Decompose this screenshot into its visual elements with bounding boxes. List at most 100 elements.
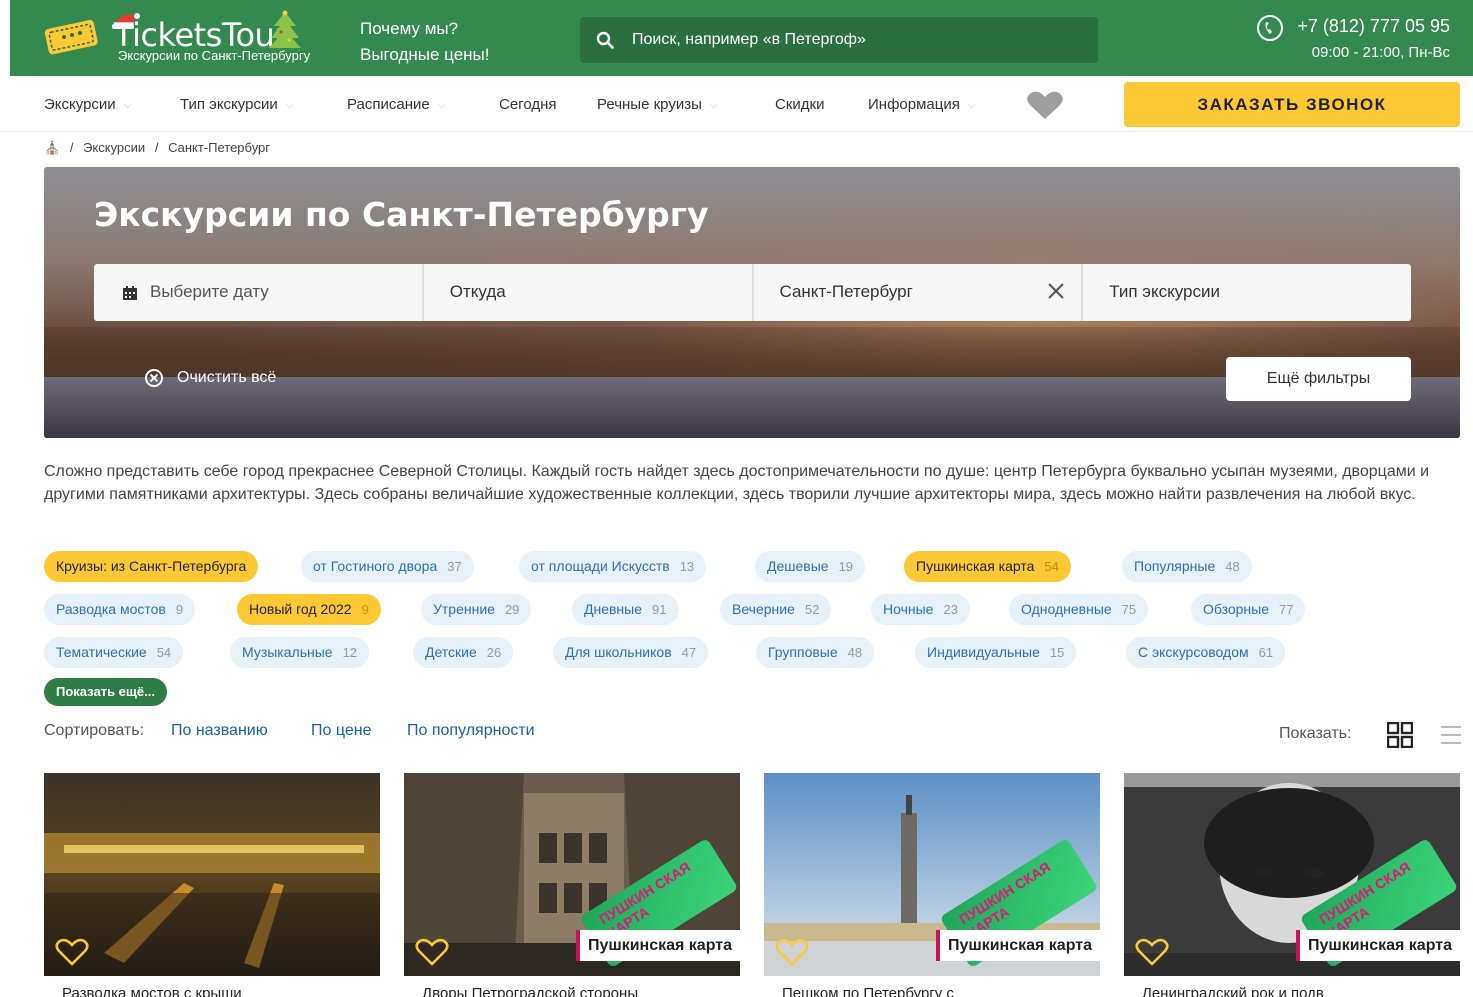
tag-gostiny-dvor[interactable]: от Гостиного двора 37 <box>301 551 474 582</box>
city-select[interactable]: Санкт-Петербург <box>753 264 1084 321</box>
clear-all-button[interactable]: Очистить всё <box>177 369 276 387</box>
tag-count: 29 <box>504 602 520 617</box>
nav-label: Расписание <box>347 96 430 113</box>
nav-label: Информация <box>868 96 960 113</box>
type-select[interactable]: Тип экскурсии <box>1083 264 1411 321</box>
tag-count: 37 <box>447 559 462 574</box>
tag-school[interactable]: Для школьников 47 <box>553 637 709 668</box>
city-description: Сложно представить себе город прекраснее… <box>44 463 1430 503</box>
tag-popular[interactable]: Популярные 48 <box>1122 551 1252 582</box>
tag-count: 52 <box>804 602 820 617</box>
tag-count: 9 <box>175 602 184 617</box>
tag-new-year[interactable]: Новый год 2022 9 <box>237 594 381 625</box>
search-icon <box>596 31 614 49</box>
tag-overview[interactable]: Обзорные 77 <box>1191 594 1306 625</box>
tag-count: 61 <box>1258 645 1274 660</box>
tag-morning[interactable]: Утренние 29 <box>421 594 532 625</box>
tag-arts-square[interactable]: от площади Искусств 13 <box>519 551 707 582</box>
why-us-text[interactable]: Почему мы? <box>360 16 490 42</box>
tag-label: Тематические <box>56 644 147 660</box>
nav-item-excursion-type[interactable]: Тип экскурсии ⌵ <box>180 96 293 113</box>
more-filters-button[interactable]: Ещё фильтры <box>1226 357 1411 401</box>
card-title[interactable]: Пешком по Петербургу с <box>782 985 954 997</box>
sort-by-price[interactable]: По цене <box>311 722 371 740</box>
tag-cheap[interactable]: Дешевые 19 <box>755 551 866 582</box>
tag-label: Однодневные <box>1021 601 1112 617</box>
tag-one-day[interactable]: Однодневные 75 <box>1009 594 1149 625</box>
tag-cruises[interactable]: Круизы: из Санкт-Петербурга <box>44 551 259 582</box>
callback-button[interactable]: ЗАКАЗАТЬ ЗВОНОК <box>1124 82 1460 127</box>
tag-guide[interactable]: С экскурсоводом 61 <box>1126 637 1286 668</box>
tag-thematic[interactable]: Тематические 54 <box>44 637 184 668</box>
tag-day[interactable]: Дневные 91 <box>572 594 679 625</box>
night-bridge-photo <box>44 773 380 976</box>
ticket-logo-icon <box>44 20 98 55</box>
card-title[interactable]: Ленинградский рок и подв <box>1142 985 1324 997</box>
card-title[interactable]: Дворы Петроградской стороны <box>422 985 638 997</box>
excursion-card[interactable]: ПУШКИН СКАЯ КАРТА Пушкинская карта Дворы… <box>404 773 740 997</box>
grid-view-icon[interactable] <box>1387 722 1413 748</box>
date-picker[interactable]: Выберите дату <box>94 264 424 321</box>
tag-individual[interactable]: Индивидуальные 15 <box>915 637 1077 668</box>
main-nav: Экскурсии ⌵ Тип экскурсии ⌵ Расписание ⌵ Се… <box>0 76 1473 132</box>
phone-number[interactable]: +7 (812) 777 05 95 <box>1297 16 1450 37</box>
tag-night[interactable]: Ночные 23 <box>871 594 970 625</box>
nav-item-excursions[interactable]: Экскурсии ⌵ <box>44 96 131 113</box>
tag-label: Обзорные <box>1203 601 1270 617</box>
good-prices-text[interactable]: Выгодные цены! <box>360 42 490 68</box>
tag-label: Популярные <box>1134 558 1216 574</box>
clear-circle-icon[interactable] <box>144 368 164 388</box>
nav-item-discounts[interactable]: Скидки <box>775 96 824 113</box>
excursion-card[interactable]: ПУШКИН СКАЯ КАРТА Пушкинская карта Ленин… <box>1124 773 1460 997</box>
tag-label: Пушкинская карта <box>916 558 1035 574</box>
chevron-down-icon: ⌵ <box>437 99 446 111</box>
list-view-icon[interactable] <box>1441 724 1461 746</box>
tag-count: 77 <box>1279 602 1294 617</box>
tag-bridges[interactable]: Разводка мостов 9 <box>44 594 196 625</box>
site-logo[interactable]: TicketsTour Экскурсии по Санкт-Петербург… <box>42 10 342 66</box>
nav-item-today[interactable]: Сегодня <box>499 96 557 113</box>
sort-label: Сортировать: <box>44 722 145 739</box>
favorites-heart-icon[interactable] <box>1026 90 1064 120</box>
nav-item-river-cruises[interactable]: Речные круизы ⌵ <box>597 96 717 113</box>
breadcrumb-separator: / <box>69 140 74 155</box>
sort-by-popularity[interactable]: По популярности <box>407 722 535 740</box>
close-icon[interactable] <box>1047 282 1065 300</box>
tag-label: Круизы: из Санкт-Петербурга <box>56 558 247 574</box>
why-us-block[interactable]: Почему мы? Выгодные цены! <box>360 16 490 68</box>
chevron-down-icon: ⌵ <box>285 99 294 111</box>
from-placeholder: Откуда <box>449 282 506 301</box>
favorite-heart-icon[interactable] <box>54 937 90 967</box>
card-title[interactable]: Разводка мостов с крыши <box>62 985 242 997</box>
tag-music[interactable]: Музыкальные 12 <box>230 637 370 668</box>
nav-item-schedule[interactable]: Расписание ⌵ <box>347 96 445 113</box>
tag-evening[interactable]: Вечерние 52 <box>720 594 832 625</box>
breadcrumb: ⛪ / Экскурсии / Санкт-Петербург <box>44 140 276 156</box>
pushkin-card-badge: Пушкинская карта <box>1295 930 1460 961</box>
tag-count: 23 <box>943 602 958 617</box>
sort-by-name[interactable]: По названию <box>171 722 268 740</box>
tag-count: 54 <box>1044 559 1059 574</box>
search-input[interactable]: Поиск, например «в Петергоф» <box>580 17 1098 63</box>
tag-group[interactable]: Групповые 48 <box>756 637 875 668</box>
nav-item-info[interactable]: Информация ⌵ <box>868 96 975 113</box>
tag-kids[interactable]: Детские 26 <box>413 637 514 668</box>
tag-label: С экскурсоводом <box>1138 644 1249 660</box>
show-more-tags-button[interactable]: Показать ещё... <box>44 678 167 706</box>
tag-label: Утренние <box>433 601 495 617</box>
favorite-heart-icon[interactable] <box>1134 937 1170 967</box>
tag-label: Вечерние <box>732 601 795 617</box>
filter-bar: Выберите дату Откуда Санкт-Петербург Тип… <box>94 264 1411 321</box>
card-image[interactable] <box>44 773 380 976</box>
excursion-card[interactable]: ПУШКИН СКАЯ КАРТА Пушкинская карта Пешко… <box>764 773 1100 997</box>
favorite-heart-icon[interactable] <box>414 937 450 967</box>
excursion-card[interactable]: Разводка мостов с крыши <box>44 773 380 997</box>
from-select[interactable]: Откуда <box>423 264 754 321</box>
tag-pushkin-card[interactable]: Пушкинская карта 54 <box>904 551 1071 582</box>
home-icon[interactable]: ⛪ <box>44 140 60 155</box>
tag-count: 9 <box>361 602 369 617</box>
tag-label: Для школьников <box>565 644 672 660</box>
favorite-heart-icon[interactable] <box>774 937 810 967</box>
breadcrumb-excursions[interactable]: Экскурсии <box>83 140 145 155</box>
tag-count: 47 <box>681 645 697 660</box>
